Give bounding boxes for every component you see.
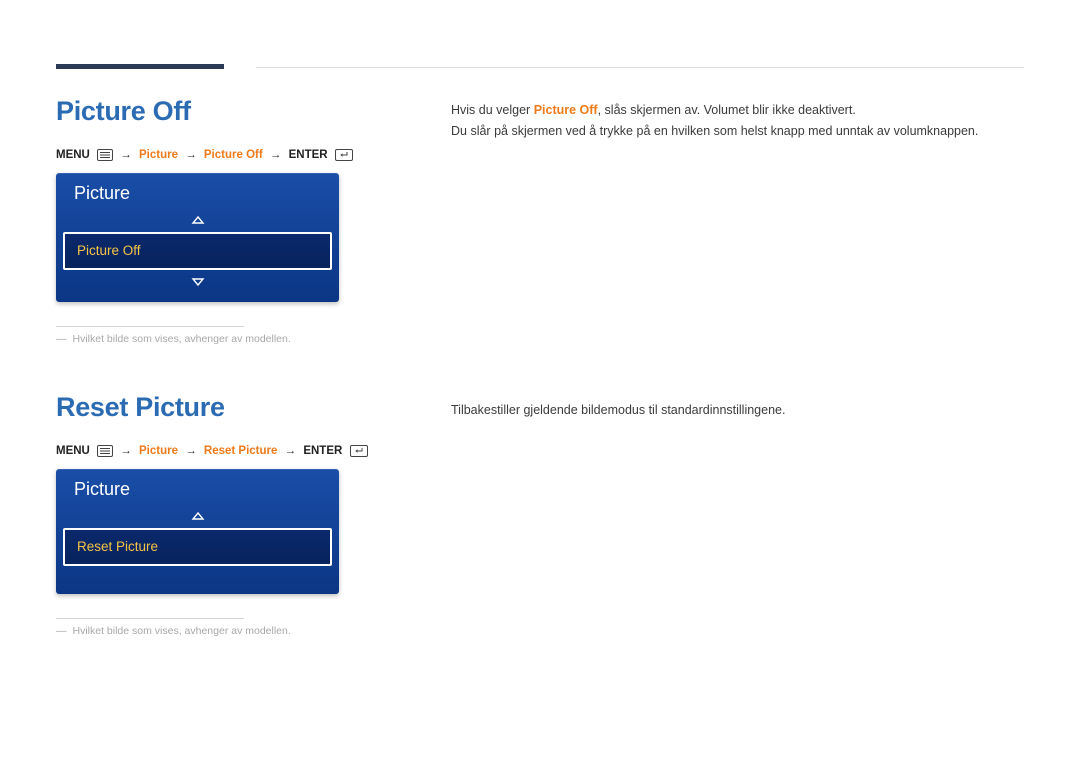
footnote-divider (56, 618, 244, 619)
osd-selected-label: Reset Picture (77, 539, 158, 554)
top-accent-bar (56, 64, 224, 69)
osd-selected-item[interactable]: Picture Off (63, 232, 332, 270)
nav-path-reset-picture: MENU → Picture → Reset Picture → ENTER (56, 445, 356, 457)
arrow-right-icon: → (120, 445, 132, 457)
footnote-dash: ― (56, 333, 67, 345)
path-seg-picture-off: Picture Off (204, 149, 263, 161)
osd-selected-item[interactable]: Reset Picture (63, 528, 332, 566)
osd-panel-reset-picture: Picture Reset Picture (56, 469, 339, 594)
path-enter-label: ENTER (289, 149, 328, 161)
body-line-2: Du slår på skjermen ved å trykke på en h… (451, 121, 1024, 142)
path-seg-picture: Picture (139, 149, 178, 161)
footnote-dash: ― (56, 625, 67, 637)
path-seg-picture: Picture (139, 445, 178, 457)
menu-icon (97, 149, 113, 161)
osd-panel-picture-off: Picture Picture Off (56, 173, 339, 302)
osd-panel-title: Picture (56, 173, 339, 210)
enter-icon (350, 445, 368, 457)
section-title-picture-off: Picture Off (56, 96, 356, 127)
body-line1-emphasis: Picture Off (534, 103, 598, 117)
arrow-right-icon: → (285, 445, 297, 457)
footnote-text: Hvilket bilde som vises, avhenger av mod… (73, 333, 291, 345)
section-reset-picture: Reset Picture MENU → Picture → Reset Pic… (56, 392, 356, 637)
body-line-1: Hvis du velger Picture Off, slås skjerme… (451, 100, 1024, 121)
nav-path-picture-off: MENU → Picture → Picture Off → ENTER (56, 149, 356, 161)
body-text-picture-off: Hvis du velger Picture Off, slås skjerme… (451, 100, 1024, 143)
arrow-right-icon: → (270, 149, 282, 161)
footnote-text: Hvilket bilde som vises, avhenger av mod… (73, 625, 291, 637)
body-line1-pre: Hvis du velger (451, 103, 534, 117)
body-text-reset-picture: Tilbakestiller gjeldende bildemodus til … (451, 400, 1024, 421)
arrow-right-icon: → (185, 149, 197, 161)
arrow-right-icon: → (120, 149, 132, 161)
path-enter-label: ENTER (303, 445, 342, 457)
body-line1-post: , slås skjermen av. Volumet blir ikke de… (598, 103, 856, 117)
path-menu-label: MENU (56, 445, 90, 457)
path-menu-label: MENU (56, 149, 90, 161)
osd-down-arrow[interactable] (56, 272, 339, 292)
top-divider (256, 67, 1024, 68)
osd-down-spacer (56, 568, 339, 594)
osd-up-arrow[interactable] (56, 210, 339, 230)
enter-icon (335, 149, 353, 161)
osd-panel-title: Picture (56, 469, 339, 506)
osd-selected-label: Picture Off (77, 243, 141, 258)
section-picture-off: Picture Off MENU → Picture → Picture Off… (56, 96, 356, 345)
path-seg-reset-picture: Reset Picture (204, 445, 278, 457)
section-title-reset-picture: Reset Picture (56, 392, 356, 423)
footnote-picture-off: ― Hvilket bilde som vises, avhenger av mo… (56, 333, 356, 345)
footnote-reset-picture: ― Hvilket bilde som vises, avhenger av mo… (56, 625, 356, 637)
osd-up-arrow[interactable] (56, 506, 339, 526)
footnote-divider (56, 326, 244, 327)
menu-icon (97, 445, 113, 457)
body-line-1: Tilbakestiller gjeldende bildemodus til … (451, 400, 1024, 421)
arrow-right-icon: → (185, 445, 197, 457)
